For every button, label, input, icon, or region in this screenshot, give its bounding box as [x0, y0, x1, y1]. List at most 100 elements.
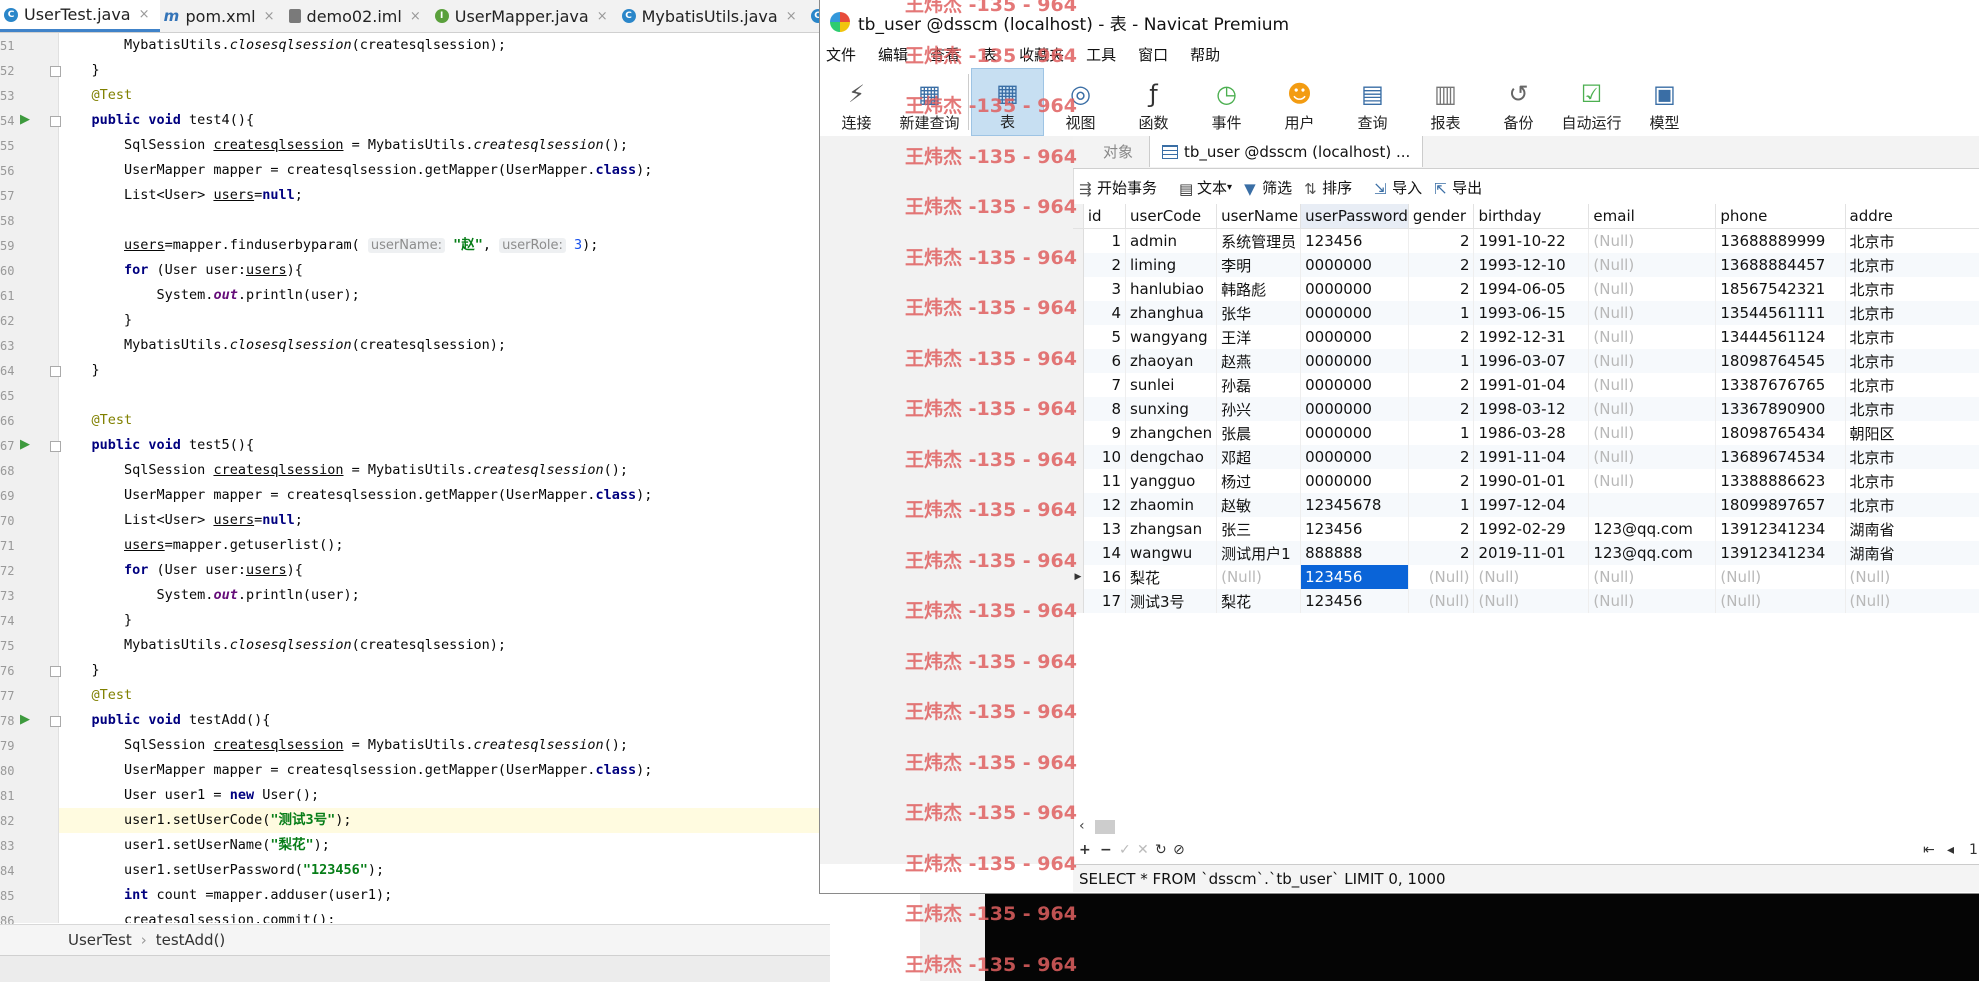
table-cell[interactable]: 1991-01-04	[1473, 373, 1590, 397]
menu-item[interactable]: 窗口	[1132, 44, 1184, 66]
table-cell[interactable]: wangyang	[1125, 325, 1218, 349]
refresh-icon[interactable]: ↻	[1155, 842, 1167, 858]
table-cell[interactable]: (Null)	[1588, 469, 1717, 493]
editor-tab[interactable]: demo02.iml ×	[285, 0, 431, 32]
scroll-left-icon[interactable]: ‹	[1079, 818, 1085, 834]
table-row[interactable]: 17 测试3号 梨花 123456 (Null) (Null) (Null) (Null) (N…	[1073, 589, 1979, 613]
table-cell[interactable]: sunxing	[1125, 397, 1218, 421]
column-header[interactable]: phone	[1715, 204, 1846, 229]
add-record-icon[interactable]: +	[1079, 842, 1091, 858]
table-cell[interactable]: dengchao	[1125, 445, 1218, 469]
table-cell[interactable]: 18099897657	[1715, 493, 1846, 517]
table-cell[interactable]: 朝阳区	[1845, 421, 1979, 445]
table-cell[interactable]: 0000000	[1300, 373, 1409, 397]
table-cell[interactable]: 18567542321	[1715, 277, 1846, 301]
table-cell[interactable]: (Null)	[1473, 565, 1590, 589]
editor-tab[interactable]: C MybatisUtils.java ×	[618, 0, 807, 32]
table-cell[interactable]: 18098764545	[1715, 349, 1846, 373]
toolbar-button[interactable]: ▣ 模型	[1628, 68, 1701, 136]
grid-toolbar-button[interactable]: ⇲ 导入	[1374, 177, 1422, 199]
table-cell[interactable]: yangguo	[1125, 469, 1218, 493]
table-cell[interactable]: 北京市	[1845, 349, 1979, 373]
grid-toolbar-button[interactable]: ⇶ 开始事务	[1079, 177, 1157, 199]
table-cell[interactable]: 1993-12-10	[1473, 253, 1590, 277]
table-cell[interactable]: 0000000	[1300, 421, 1409, 445]
table-cell[interactable]: 2	[1408, 445, 1475, 469]
table-cell[interactable]: (Null)	[1715, 589, 1846, 613]
table-cell[interactable]: 7	[1083, 373, 1127, 397]
toolbar-button[interactable]: ⚡ 连接	[820, 68, 893, 136]
table-cell[interactable]: 0000000	[1300, 445, 1409, 469]
table-cell[interactable]: 1	[1408, 349, 1475, 373]
table-row[interactable]: 9 zhangchen 张晨 0000000 1 1986-03-28 (Null) 1809…	[1073, 421, 1979, 445]
table-cell[interactable]: 13912341234	[1715, 517, 1846, 541]
table-cell[interactable]: 1	[1408, 301, 1475, 325]
table-cell[interactable]: 北京市	[1845, 373, 1979, 397]
table-cell[interactable]: zhangchen	[1125, 421, 1218, 445]
run-test-icon[interactable]: ▶	[20, 112, 30, 127]
table-cell[interactable]: (Null)	[1473, 589, 1590, 613]
table-cell[interactable]: 北京市	[1845, 493, 1979, 517]
page-number[interactable]: 1	[1969, 842, 1978, 858]
table-cell[interactable]: 13388886623	[1715, 469, 1846, 493]
stop-icon[interactable]: ⊘	[1173, 842, 1185, 858]
table-cell[interactable]: 11	[1083, 469, 1127, 493]
table-cell[interactable]: 张华	[1216, 301, 1302, 325]
table-row[interactable]: ▶ 16 梨花 (Null) 123456 (Null) (Null) (Null) (Null…	[1073, 565, 1979, 589]
toolbar-button[interactable]: ☻ 用户	[1263, 68, 1336, 136]
table-cell[interactable]: 梨花	[1216, 589, 1302, 613]
table-cell[interactable]: 赵燕	[1216, 349, 1302, 373]
table-cell[interactable]: 系统管理员	[1216, 228, 1302, 253]
table-cell[interactable]: 2	[1408, 373, 1475, 397]
table-cell[interactable]: 1994-06-05	[1473, 277, 1590, 301]
table-cell[interactable]: 123@qq.com	[1588, 541, 1717, 565]
table-row[interactable]: 13 zhangsan 张三 123456 2 1992-02-29 123@qq.com 1…	[1073, 517, 1979, 541]
table-cell[interactable]: 14	[1083, 541, 1127, 565]
grid-toolbar-button[interactable]: ▤ 文本 ▾	[1179, 177, 1232, 199]
table-cell[interactable]: 北京市	[1845, 228, 1979, 253]
table-row[interactable]: 8 sunxing 孙兴 0000000 2 1998-03-12 (Null) 133678…	[1073, 397, 1979, 421]
table-cell[interactable]: 张晨	[1216, 421, 1302, 445]
table-cell[interactable]: zhangsan	[1125, 517, 1218, 541]
table-row[interactable]: 7 sunlei 孙磊 0000000 2 1991-01-04 (Null) 1338767…	[1073, 373, 1979, 397]
table-cell[interactable]: 2	[1408, 517, 1475, 541]
table-cell[interactable]: zhanghua	[1125, 301, 1218, 325]
discard-changes-icon[interactable]: ✕	[1137, 842, 1149, 858]
table-cell[interactable]: 6	[1083, 349, 1127, 373]
table-cell[interactable]: 1986-03-28	[1473, 421, 1590, 445]
table-cell[interactable]: 1998-03-12	[1473, 397, 1590, 421]
table-cell[interactable]: 123456	[1300, 589, 1409, 613]
table-cell[interactable]: 13688884457	[1715, 253, 1846, 277]
table-cell[interactable]: 1993-06-15	[1473, 301, 1590, 325]
table-cell[interactable]: 2	[1408, 253, 1475, 277]
table-cell[interactable]: 2	[1408, 277, 1475, 301]
table-cell[interactable]: 梨花	[1125, 565, 1218, 589]
table-cell[interactable]: (Null)	[1715, 565, 1846, 589]
toolbar-button[interactable]: ↺ 备份	[1482, 68, 1555, 136]
table-cell[interactable]: liming	[1125, 253, 1218, 277]
table-cell[interactable]: (Null)	[1845, 589, 1979, 613]
table-cell[interactable]: (Null)	[1216, 565, 1302, 589]
table-cell[interactable]: 3	[1083, 277, 1127, 301]
table-cell[interactable]: 李明	[1216, 253, 1302, 277]
table-cell[interactable]: 16	[1083, 565, 1127, 589]
table-cell[interactable]: 123456	[1300, 228, 1409, 253]
table-cell[interactable]: 1992-12-31	[1473, 325, 1590, 349]
table-cell[interactable]: 1991-10-22	[1473, 228, 1590, 253]
table-cell[interactable]: 赵敏	[1216, 493, 1302, 517]
toolbar-button[interactable]: ◷ 事件	[1190, 68, 1263, 136]
table-cell[interactable]: 测试用户1	[1216, 541, 1302, 565]
column-header[interactable]: userName	[1216, 204, 1302, 229]
table-cell[interactable]: 13387676765	[1715, 373, 1846, 397]
table-cell[interactable]: 2	[1408, 541, 1475, 565]
table-cell[interactable]: (Null)	[1588, 253, 1717, 277]
column-header[interactable]: gender	[1408, 204, 1475, 229]
table-cell[interactable]: sunlei	[1125, 373, 1218, 397]
table-cell[interactable]: 13912341234	[1715, 541, 1846, 565]
table-cell[interactable]	[1588, 493, 1717, 517]
table-cell[interactable]: 1990-01-01	[1473, 469, 1590, 493]
table-cell[interactable]: (Null)	[1408, 589, 1475, 613]
run-test-icon[interactable]: ▶	[20, 712, 30, 727]
row-indicator[interactable]	[1073, 469, 1084, 493]
table-cell[interactable]: 韩路彪	[1216, 277, 1302, 301]
